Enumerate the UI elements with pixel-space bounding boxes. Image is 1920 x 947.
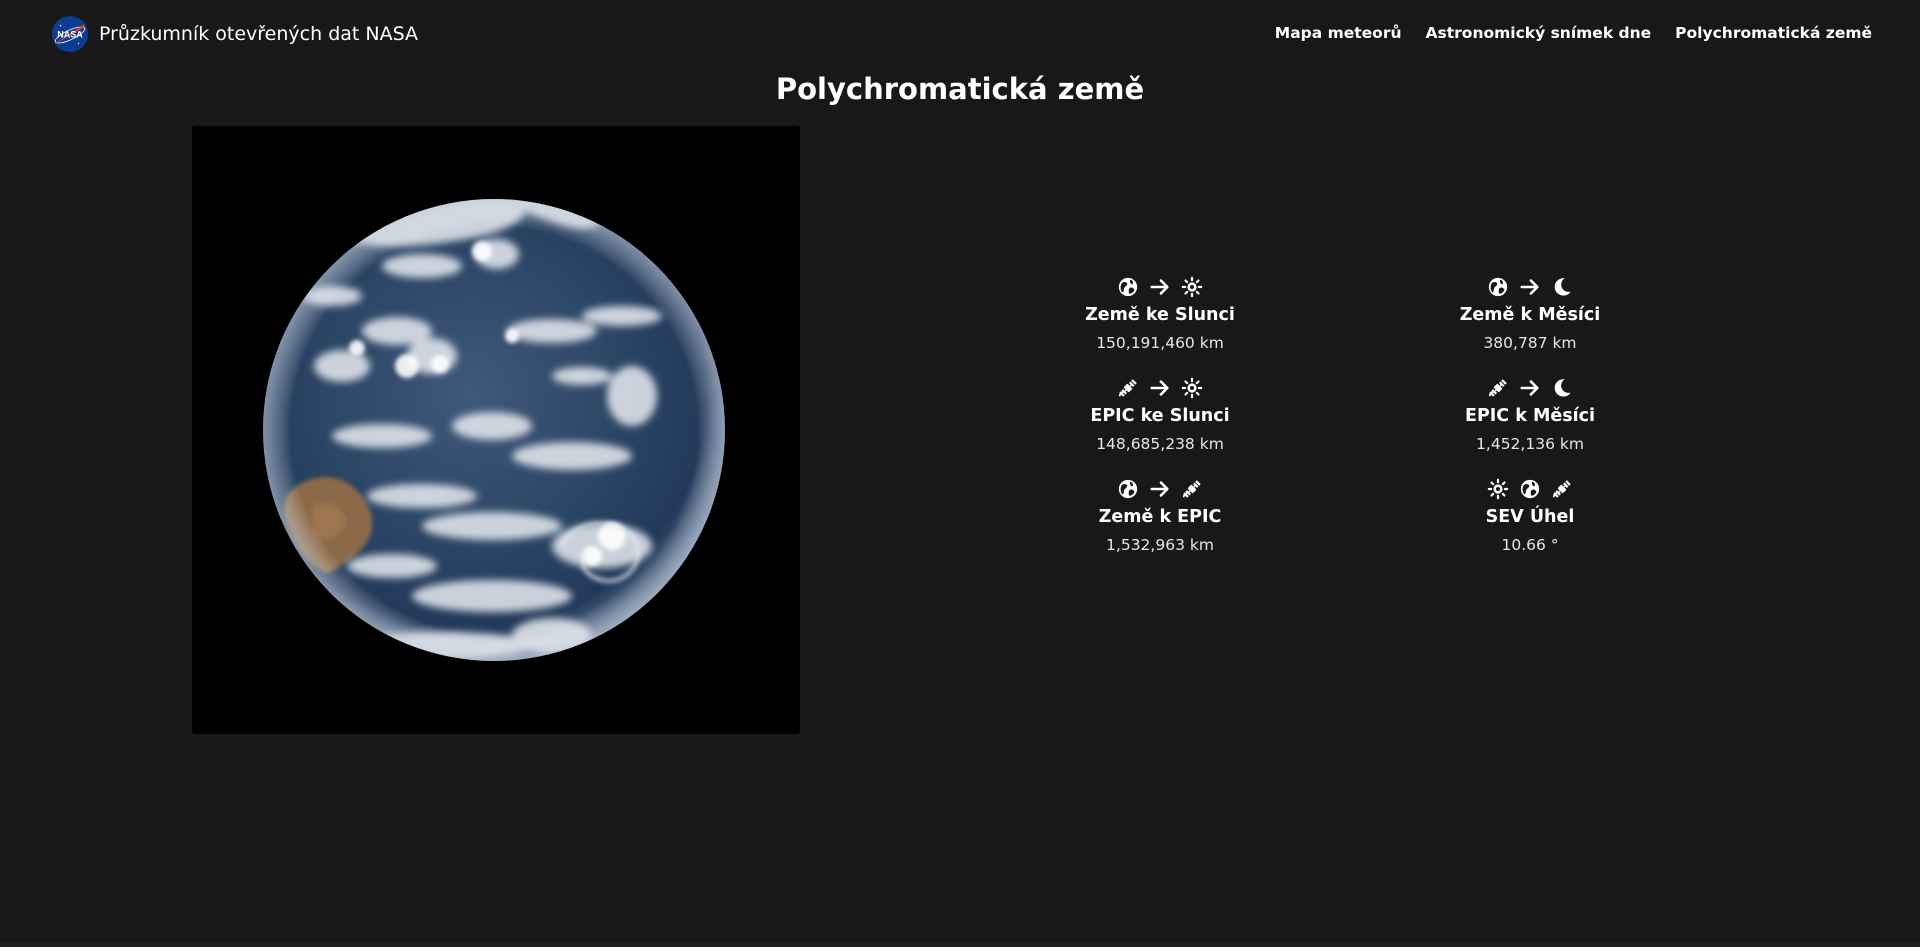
satellite-icon — [1552, 480, 1571, 498]
page-bottom-edge — [0, 942, 1920, 947]
earth-icon — [1520, 479, 1540, 499]
earth-globe-illustration — [192, 126, 800, 734]
arrow-right-icon — [1150, 279, 1169, 295]
earth-icon — [1488, 277, 1508, 297]
epic-stats-grid: Země ke Slunci 150,191,460 km Země k Měs… — [1010, 275, 1770, 554]
earth-icon — [1118, 277, 1138, 297]
nav-link-epic[interactable]: Polychromatická země — [1675, 24, 1872, 42]
nav-links: Mapa meteorů Astronomický snímek dne Pol… — [1275, 24, 1872, 42]
stat-earth-to-epic: Země k EPIC 1,532,963 km — [1010, 477, 1310, 554]
nasa-logo-icon: NASA — [51, 15, 89, 53]
sun-icon — [1181, 377, 1203, 399]
satellite-icon — [1118, 379, 1137, 397]
arrow-right-icon — [1150, 380, 1169, 396]
sun-icon — [1487, 478, 1509, 500]
brand-title: Průzkumník otevřených dat NASA — [99, 23, 419, 45]
stat-value: 10.66 ° — [1501, 536, 1559, 554]
stat-value: 148,685,238 km — [1096, 435, 1224, 453]
nav-link-apod[interactable]: Astronomický snímek dne — [1426, 24, 1652, 42]
moon-icon — [1554, 379, 1571, 397]
earth-image — [192, 126, 800, 734]
moon-icon — [1554, 278, 1571, 296]
stat-value: 150,191,460 km — [1096, 334, 1224, 352]
arrow-right-icon — [1150, 481, 1169, 497]
earth-icon — [1118, 479, 1138, 499]
navbar: NASA Průzkumník otevřených dat NASA Mapa… — [0, 0, 1920, 68]
stat-epic-to-sun: EPIC ke Slunci 148,685,238 km — [1010, 376, 1310, 453]
stat-value: 1,452,136 km — [1476, 435, 1584, 453]
stat-value: 380,787 km — [1483, 334, 1577, 352]
stat-sev-angle: SEV Úhel 10.66 ° — [1380, 477, 1680, 554]
stat-epic-to-moon: EPIC k Měsíci 1,452,136 km — [1380, 376, 1680, 453]
stat-label: Země ke Slunci — [1085, 305, 1235, 325]
sun-icon — [1181, 276, 1203, 298]
arrow-right-icon — [1520, 380, 1539, 396]
stat-label: Země k Měsíci — [1459, 305, 1601, 325]
stat-label: Země k EPIC — [1098, 507, 1222, 527]
stat-value: 1,532,963 km — [1106, 536, 1214, 554]
nav-link-meteor-map[interactable]: Mapa meteorů — [1275, 24, 1402, 42]
satellite-icon — [1488, 379, 1507, 397]
arrow-right-icon — [1520, 279, 1539, 295]
brand-link[interactable]: NASA Průzkumník otevřených dat NASA — [51, 15, 418, 53]
page-title: Polychromatická země — [775, 72, 1145, 106]
satellite-icon — [1182, 480, 1201, 498]
stat-label: SEV Úhel — [1485, 507, 1575, 527]
stat-label: EPIC ke Slunci — [1090, 406, 1230, 426]
stat-label: EPIC k Měsíci — [1464, 406, 1596, 426]
stat-earth-to-moon: Země k Měsíci 380,787 km — [1380, 275, 1680, 352]
stat-earth-to-sun: Země ke Slunci 150,191,460 km — [1010, 275, 1310, 352]
logo-text: NASA — [57, 29, 83, 39]
